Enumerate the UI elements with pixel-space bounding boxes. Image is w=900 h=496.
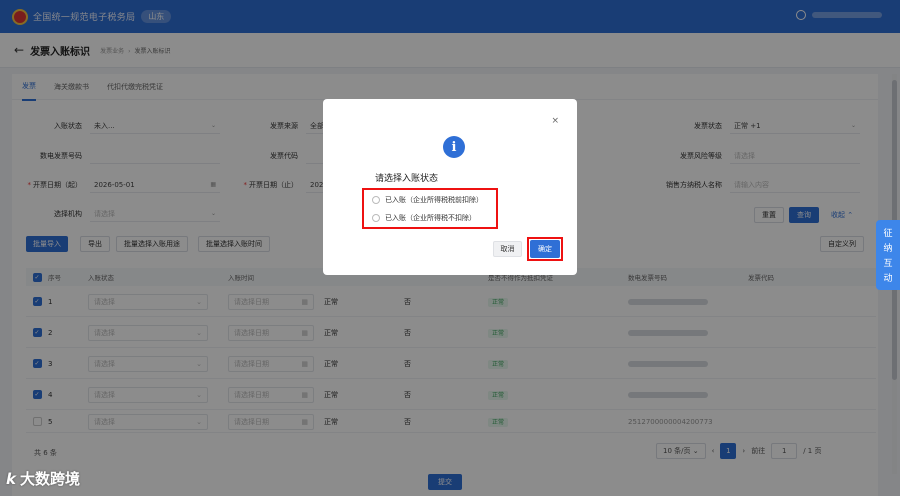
dialog-title: 请选择入账状态 xyxy=(375,174,439,184)
entry-status-dialog: × i 请选择入账状态 已入账（企业所得税税前扣除） 已入账（企业所得税不扣除）… xyxy=(323,99,577,275)
option-deduct[interactable]: 已入账（企业所得税税前扣除） xyxy=(372,195,483,205)
option-no-deduct[interactable]: 已入账（企业所得税不扣除） xyxy=(372,213,476,223)
watermark-text: 大数跨境 xyxy=(19,470,80,488)
confirm-button[interactable]: 确定 xyxy=(530,240,560,258)
close-icon[interactable]: × xyxy=(551,116,559,126)
cancel-button[interactable]: 取消 xyxy=(493,241,522,257)
watermark: k 大数跨境 xyxy=(6,468,80,489)
tax-interaction-float[interactable]: 征 纳 互 动 xyxy=(876,220,900,290)
radio-no-deduct[interactable] xyxy=(372,214,380,222)
watermark-logo: k xyxy=(6,469,16,488)
radio-deduct[interactable] xyxy=(372,196,380,204)
info-icon: i xyxy=(443,136,465,158)
